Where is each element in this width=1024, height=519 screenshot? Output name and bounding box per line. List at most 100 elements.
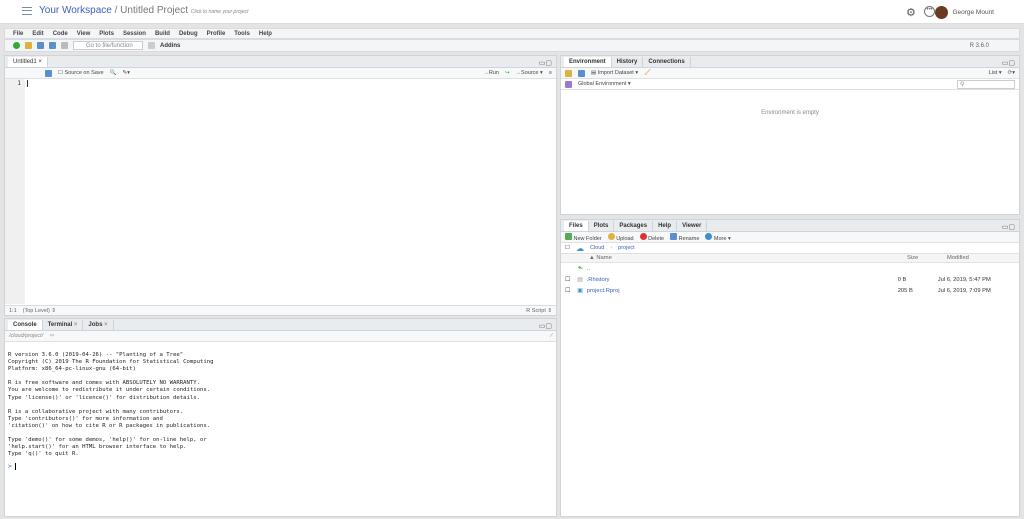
menu-profile[interactable]: Profile [207,31,226,37]
scope-label: (Top Level) [22,307,50,314]
tab-terminal[interactable]: Terminal × [43,320,84,330]
row-checkbox[interactable]: ☐ [565,277,570,283]
go-to-directory-icon[interactable]: ⇨ [49,333,54,339]
new-file-icon[interactable] [13,42,20,49]
menu-debug[interactable]: Debug [179,31,198,37]
workspace-link[interactable]: Your Workspace [39,5,112,16]
upload-button[interactable]: Upload [607,232,634,242]
tab-console[interactable]: Console [8,320,43,330]
tab-help[interactable]: Help [653,221,678,231]
file-link[interactable]: .Rhistory [587,277,898,283]
minimize-maximize-icon[interactable]: ▭▢ [1002,59,1015,67]
delete-button[interactable]: Delete [639,232,664,242]
menu-build[interactable]: Build [155,31,170,37]
r-version-menu[interactable]: R 3.6.0 [970,43,989,49]
menu-bar: File Edit Code View Plots Session Build … [4,28,1020,39]
environment-search-input[interactable]: ⚲ [957,79,1015,89]
file-type-selector[interactable]: R Script ⇕ [526,308,552,314]
user-name: George Mount [952,9,994,16]
column-name-label: Name [596,255,612,261]
grid-layout-icon[interactable] [148,42,155,49]
menu-help[interactable]: Help [259,31,272,37]
rproj-icon: ▣ [577,287,583,294]
outline-icon[interactable]: ≡ [549,70,552,76]
more-button[interactable]: More ▾ [705,232,731,242]
minimize-maximize-icon[interactable]: ▭▢ [539,322,552,330]
global-environment-selector[interactable]: Global Environment ▾ [578,81,631,87]
tab-packages[interactable]: Packages [614,221,654,231]
addins-menu[interactable]: Addins [160,43,180,49]
file-link[interactable]: project.Rproj [587,288,898,294]
view-mode-selector[interactable]: List ▾ [989,70,1002,76]
project-hint[interactable]: Click to name your project [191,9,249,15]
gear-icon [705,232,713,240]
menu-plots[interactable]: Plots [99,31,114,37]
select-all-checkbox[interactable]: ☐ [565,245,570,251]
rename-button[interactable]: Rename [670,232,699,242]
gear-icon[interactable]: ⚙ [906,6,916,19]
new-folder-button[interactable]: New Folder [565,232,602,242]
save-icon[interactable] [37,42,44,49]
user-menu[interactable]: George Mount [935,6,994,19]
column-modified[interactable]: Modified [947,255,969,261]
minimize-maximize-icon[interactable]: ▭▢ [539,59,552,67]
close-icon[interactable]: × [74,322,78,328]
source-on-save-checkbox[interactable]: ☐ Source on Save [58,70,104,76]
tab-untitled1[interactable]: Untitled1 × [8,57,48,67]
import-dataset-button[interactable]: ▤ Import Dataset ▾ [591,70,638,76]
search-icon[interactable]: 🔍 [110,70,117,76]
menu-view[interactable]: View [77,31,91,37]
refresh-icon[interactable]: ⟳▾ [1008,70,1015,76]
menu-file[interactable]: File [13,31,23,37]
close-icon[interactable]: × [38,59,42,65]
run-button[interactable]: →Run [483,70,499,76]
console-input[interactable]: > [5,458,556,475]
open-file-icon[interactable] [25,42,32,49]
tab-connections[interactable]: Connections [643,57,691,67]
rproj-icon[interactable] [1008,245,1015,252]
hamburger-menu-icon[interactable] [22,7,32,15]
project-name[interactable]: Untitled Project [120,5,188,16]
open-icon[interactable] [565,69,572,77]
column-name[interactable]: ▲ Name [589,255,907,261]
source-button[interactable]: →Source ▾ [516,70,543,76]
environment-scope-bar: Global Environment ▾ ⚲ [561,79,1019,90]
menu-code[interactable]: Code [53,31,68,37]
rerun-icon[interactable]: ↪ [505,70,510,76]
save-icon[interactable] [578,69,585,77]
save-all-icon[interactable] [49,42,56,49]
minimize-maximize-icon[interactable]: ▭▢ [1002,223,1015,231]
parent-directory-row[interactable]: ⬑ .. [561,264,1019,274]
broom-icon[interactable]: 🧹 [644,70,651,76]
print-icon[interactable] [61,42,68,49]
environment-toolbar: ▤ Import Dataset ▾ 🧹 List ▾ ⟳▾ [561,68,1019,79]
scope-selector[interactable]: (Top Level) ⇕ [23,308,56,314]
console-pane: Console Terminal × Jobs × ▭▢ /cloud/proj… [4,318,557,517]
goto-file-input[interactable]: Go to file/function [73,41,143,50]
parent-directory-link[interactable]: .. [587,266,590,272]
row-checkbox[interactable]: ☐ [565,288,570,294]
upload-icon [607,232,615,240]
code-editor[interactable] [27,80,556,304]
tab-viewer[interactable]: Viewer [677,221,708,231]
menu-session[interactable]: Session [123,31,146,37]
column-size[interactable]: Size [907,255,947,261]
line-gutter: 1 [5,79,25,304]
tab-jobs[interactable]: Jobs × [83,320,114,330]
save-icon[interactable] [45,69,52,77]
files-breadcrumb: ☐ ☁ Cloud › project [561,243,1019,254]
more-options-icon[interactable]: ••• [924,6,935,17]
menu-edit[interactable]: Edit [32,31,43,37]
tab-history[interactable]: History [612,57,644,67]
breadcrumb-cloud[interactable]: Cloud [590,245,604,251]
code-tools-icon[interactable]: ✎▾ [122,70,129,76]
tab-plots[interactable]: Plots [589,221,615,231]
breadcrumb-project[interactable]: project [618,245,635,251]
tab-files[interactable]: Files [564,221,589,231]
close-icon[interactable]: × [104,322,108,328]
new-folder-label: New Folder [573,235,602,242]
menu-tools[interactable]: Tools [234,31,250,37]
console-tabs: Console Terminal × Jobs × ▭▢ [5,319,556,331]
clear-console-icon[interactable]: ⁄ [551,333,552,339]
tab-environment[interactable]: Environment [564,57,612,67]
